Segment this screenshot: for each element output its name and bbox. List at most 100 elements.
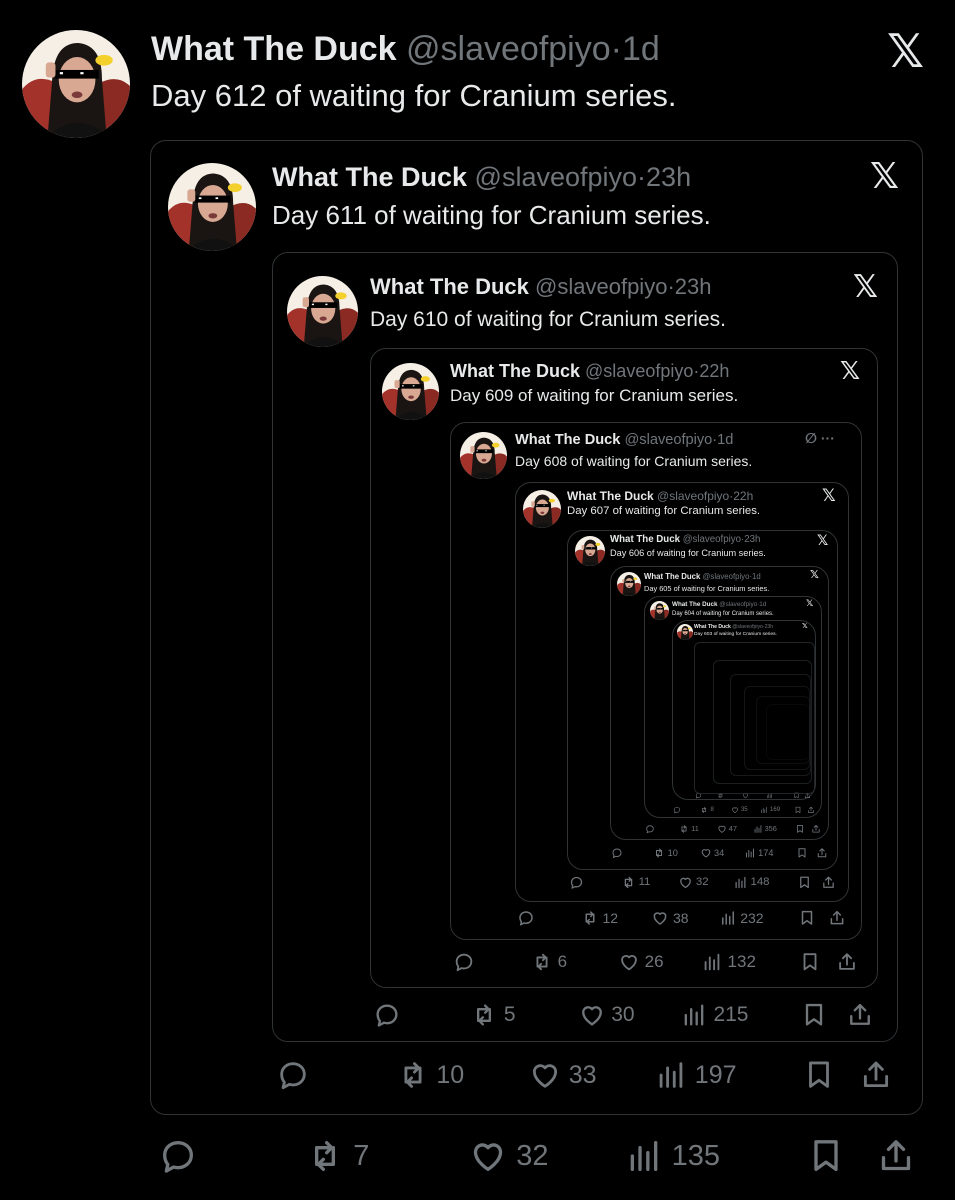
x-logo-icon[interactable]: 𝕏 — [802, 623, 808, 630]
x-logo-icon[interactable]: 𝕏 — [853, 271, 878, 302]
author-name[interactable]: What The Duck — [567, 489, 654, 503]
x-logo-icon[interactable]: 𝕏 — [887, 28, 924, 74]
like-button[interactable]: 38 — [651, 908, 689, 928]
like-button[interactable]: 30 — [578, 1000, 635, 1030]
like-button[interactable]: 35 — [731, 805, 748, 814]
views-button[interactable]: 197 — [654, 1054, 737, 1096]
avatar[interactable] — [617, 572, 641, 596]
author-handle[interactable]: @slaveofpiyo — [406, 30, 611, 68]
reply-button[interactable] — [611, 846, 625, 859]
author-handle[interactable]: @slaveofpiyo — [703, 572, 750, 581]
repost-button[interactable]: 11 — [679, 823, 699, 834]
author-name[interactable]: What The Duck — [515, 432, 620, 448]
repost-button[interactable]: 10 — [396, 1054, 464, 1096]
bookmark-button[interactable] — [802, 1054, 836, 1096]
bookmark-button[interactable] — [799, 950, 821, 974]
reply-button[interactable] — [158, 1132, 206, 1180]
reply-button[interactable] — [453, 950, 479, 974]
reply-button[interactable] — [276, 1054, 317, 1096]
views-button[interactable]: 232 — [719, 908, 764, 928]
bookmark-button[interactable] — [798, 908, 816, 928]
like-button[interactable]: 34 — [700, 846, 724, 859]
repost-button[interactable]: 11 — [621, 874, 650, 890]
x-logo-icon[interactable]: 𝕏 — [870, 158, 899, 194]
timestamp[interactable]: 23h — [675, 274, 712, 299]
avatar[interactable] — [575, 536, 605, 566]
avatar[interactable] — [523, 490, 561, 528]
views-button[interactable]: 135 — [624, 1132, 720, 1180]
bookmark-button[interactable] — [796, 846, 808, 859]
x-logo-icon[interactable]: 𝕏 — [817, 533, 828, 547]
share-button[interactable] — [859, 1054, 893, 1096]
like-button[interactable]: 47 — [717, 823, 737, 834]
like-button[interactable]: 32 — [678, 874, 709, 890]
reply-button[interactable] — [645, 823, 657, 834]
share-button[interactable] — [876, 1132, 916, 1180]
author-handle[interactable]: @slaveofpiyo — [535, 274, 667, 299]
grok-icon[interactable]: ∅ — [805, 430, 817, 446]
avatar[interactable] — [460, 432, 507, 479]
share-button[interactable] — [821, 874, 836, 890]
repost-button[interactable]: 6 — [531, 950, 567, 974]
timestamp[interactable]: 23h — [646, 162, 691, 192]
author-handle[interactable]: @slaveofpiyo — [475, 162, 638, 192]
author-handle[interactable]: @slaveofpiyo — [585, 361, 693, 381]
avatar[interactable] — [650, 601, 669, 620]
views-button[interactable]: 174 — [744, 846, 774, 859]
bookmark-button[interactable] — [800, 1000, 828, 1030]
timestamp[interactable]: 23h — [744, 534, 760, 545]
author-handle[interactable]: @slaveofpiyo — [624, 432, 712, 448]
x-logo-icon[interactable]: 𝕏 — [810, 570, 819, 581]
repost-button[interactable]: 10 — [653, 846, 678, 859]
reply-button[interactable] — [517, 908, 539, 928]
reply-button[interactable] — [673, 805, 683, 814]
author-handle[interactable]: @slaveofpiyo — [683, 534, 741, 545]
author-name[interactable]: What The Duck — [610, 534, 680, 545]
like-button[interactable]: 26 — [618, 950, 664, 974]
author-handle[interactable]: @slaveofpiyo — [657, 489, 729, 503]
repost-button[interactable]: 8 — [700, 805, 714, 814]
reply-button[interactable] — [569, 874, 587, 890]
avatar[interactable] — [22, 30, 130, 138]
author-name[interactable]: What The Duck — [644, 572, 700, 581]
views-button[interactable]: 148 — [733, 874, 770, 890]
bookmark-button[interactable] — [795, 823, 805, 834]
more-options-icon[interactable]: ··· — [817, 430, 835, 446]
author-handle[interactable]: @slaveofpiyo — [719, 601, 757, 608]
timestamp[interactable]: 23h — [765, 624, 774, 630]
author-name[interactable]: What The Duck — [694, 624, 731, 630]
share-button[interactable] — [811, 823, 821, 834]
avatar[interactable] — [287, 276, 358, 347]
bookmark-button[interactable] — [797, 874, 812, 890]
repost-button[interactable]: 12 — [581, 908, 618, 928]
bookmark-button[interactable] — [806, 1132, 846, 1180]
author-name[interactable]: What The Duck — [151, 30, 397, 68]
like-button[interactable]: 32 — [468, 1132, 549, 1180]
share-button[interactable] — [846, 1000, 874, 1030]
avatar[interactable] — [382, 363, 439, 420]
timestamp[interactable]: 1d — [622, 30, 660, 68]
author-name[interactable]: What The Duck — [370, 274, 529, 299]
share-button[interactable] — [816, 846, 828, 859]
views-button[interactable]: 356 — [753, 823, 777, 834]
like-button[interactable]: 33 — [528, 1054, 597, 1096]
author-name[interactable]: What The Duck — [450, 361, 580, 381]
bookmark-button[interactable] — [794, 805, 802, 814]
share-button[interactable] — [807, 805, 815, 814]
avatar[interactable] — [677, 624, 693, 640]
x-logo-icon[interactable]: 𝕏 — [806, 599, 813, 608]
x-logo-icon[interactable]: 𝕏 — [822, 487, 836, 504]
reply-button[interactable] — [373, 1000, 407, 1030]
views-button[interactable]: 132 — [701, 950, 756, 974]
x-logo-icon[interactable]: 𝕏 — [840, 359, 860, 384]
timestamp[interactable]: 1d — [717, 432, 733, 448]
avatar[interactable] — [168, 163, 256, 251]
share-button[interactable] — [836, 950, 858, 974]
timestamp[interactable]: 1d — [759, 601, 766, 608]
share-button[interactable] — [828, 908, 846, 928]
author-name[interactable]: What The Duck — [272, 162, 467, 192]
views-button[interactable]: 215 — [680, 1000, 749, 1030]
author-name[interactable]: What The Duck — [672, 601, 717, 608]
timestamp[interactable]: 1d — [752, 572, 761, 581]
timestamp[interactable]: 22h — [699, 361, 729, 381]
